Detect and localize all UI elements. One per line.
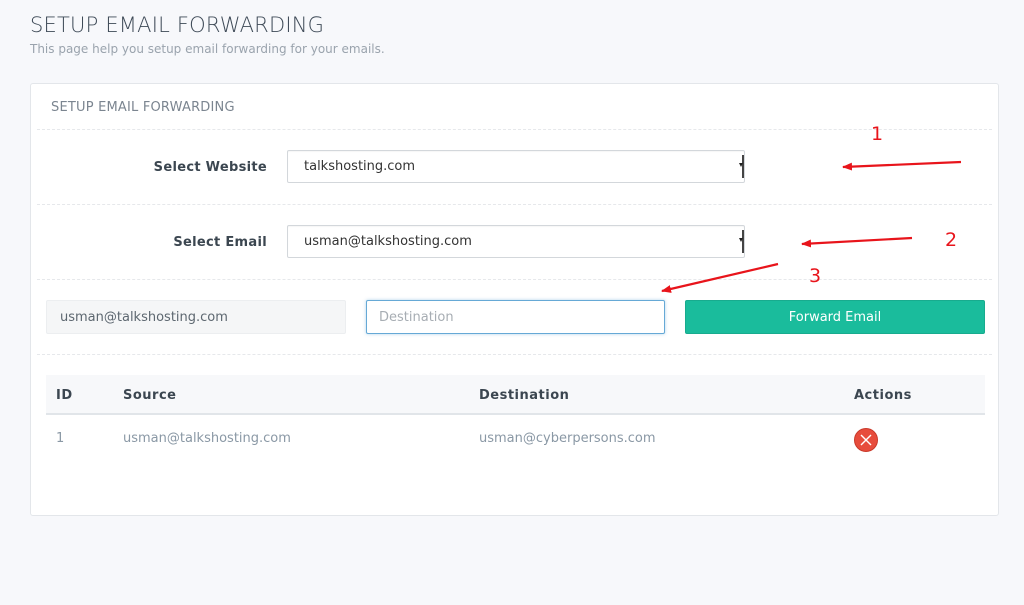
column-header-actions: Actions <box>854 388 912 403</box>
table-header: ID Source Destination Actions <box>46 375 985 415</box>
source-email-field[interactable]: usman@talkshosting.com <box>46 300 346 334</box>
row-destination: usman@cyberpersons.com <box>479 431 656 446</box>
annotation-label-1: 1 <box>871 123 884 145</box>
forward-email-button[interactable]: Forward Email <box>685 300 985 334</box>
page-subtitle: This page help you setup email forwardin… <box>30 42 385 56</box>
website-select[interactable]: talkshosting.com <box>287 150 745 183</box>
divider <box>37 279 992 280</box>
source-email-value: usman@talkshosting.com <box>60 310 228 325</box>
divider <box>37 129 992 130</box>
chevron-down-icon <box>739 238 743 242</box>
select-website-label: Select Website <box>153 160 267 175</box>
row-id: 1 <box>56 431 65 446</box>
email-select[interactable]: usman@talkshosting.com <box>287 225 745 258</box>
email-select-value: usman@talkshosting.com <box>304 234 472 249</box>
delete-button[interactable] <box>854 428 878 452</box>
website-select-value: talkshosting.com <box>304 159 416 174</box>
column-header-destination: Destination <box>479 388 570 403</box>
card-title: SETUP EMAIL FORWARDING <box>51 100 235 115</box>
row-source: usman@talkshosting.com <box>123 431 291 446</box>
annotation-label-2: 2 <box>945 229 958 251</box>
divider <box>37 204 992 205</box>
close-icon <box>860 434 872 446</box>
annotation-label-3: 3 <box>809 265 822 287</box>
chevron-down-icon <box>739 163 743 167</box>
forwarding-card: SETUP EMAIL FORWARDING Select Website ta… <box>30 83 999 516</box>
page-title: SETUP EMAIL FORWARDING <box>30 13 325 37</box>
column-header-id: ID <box>56 388 73 403</box>
divider <box>37 354 992 355</box>
column-header-source: Source <box>123 388 177 403</box>
select-email-label: Select Email <box>173 235 267 250</box>
destination-input[interactable] <box>366 300 665 334</box>
